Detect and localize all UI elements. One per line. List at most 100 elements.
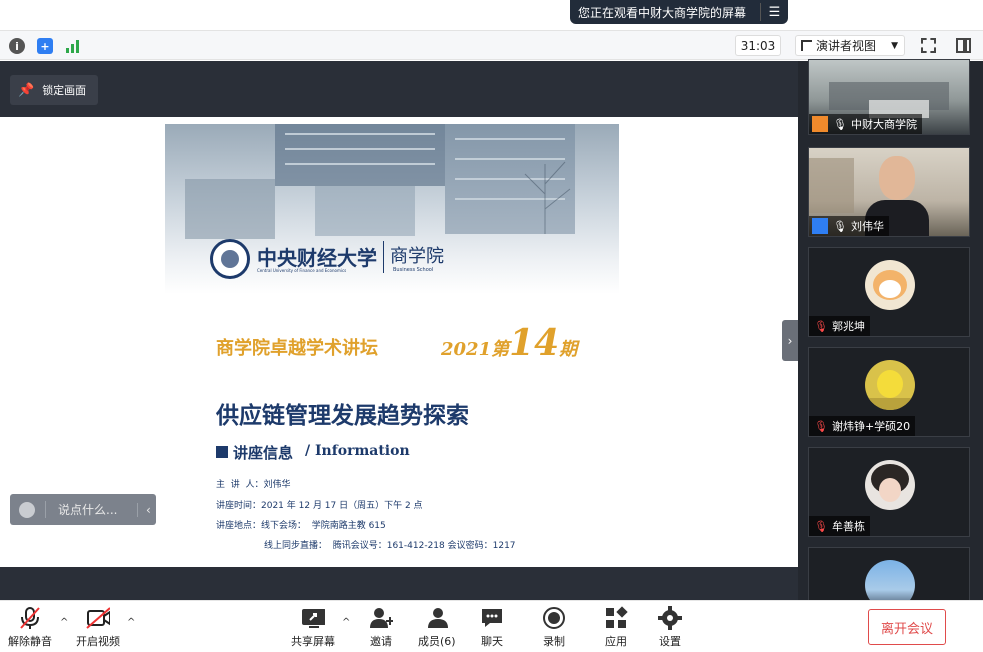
participant-name-tag: 🎙 牟善栋 bbox=[809, 516, 870, 536]
lecture-title: 供应链管理发展趋势探索 bbox=[216, 402, 469, 429]
share-screen-label: 共享屏幕 bbox=[291, 635, 335, 648]
pin-icon: 📌 bbox=[18, 82, 35, 98]
participant-tile[interactable]: 🎙 郭兆坤 bbox=[808, 247, 970, 337]
issue-suffix: 期 bbox=[559, 339, 578, 360]
participant-tile[interactable]: 🎙 牟善栋 bbox=[808, 447, 970, 537]
chat-placeholder: 说点什么... bbox=[45, 501, 137, 518]
issue-number: 14 bbox=[509, 322, 560, 364]
members-icon bbox=[425, 606, 449, 630]
gear-icon bbox=[658, 606, 682, 630]
school-name-en: Business School bbox=[393, 267, 434, 273]
apps-button[interactable]: 应用 bbox=[604, 606, 628, 649]
university-seal bbox=[210, 239, 250, 279]
settings-button[interactable]: 设置 bbox=[658, 606, 682, 649]
mic-muted-icon: 🎙 bbox=[814, 519, 828, 533]
chevron-up-icon[interactable]: ^ bbox=[60, 617, 68, 628]
view-mode-icon bbox=[801, 40, 812, 51]
main-stage: 📌 锁定画面 中央财经大学 Central University of Fina… bbox=[0, 61, 798, 600]
chat-label: 聊天 bbox=[481, 635, 503, 648]
video-off-icon bbox=[86, 606, 110, 630]
record-label: 录制 bbox=[543, 635, 565, 648]
mic-muted-icon bbox=[18, 606, 42, 630]
participant-tile[interactable]: 🎙 中财大商学院 bbox=[808, 59, 970, 135]
university-name: 中央财经大学 bbox=[257, 246, 377, 270]
university-name-en: Central University of Finance and Econom… bbox=[257, 268, 347, 273]
leave-meeting-button[interactable]: 离开会议 bbox=[868, 609, 946, 645]
detail-venue: 讲座地点：线下会场： 学院南路主教 615 bbox=[216, 521, 386, 531]
participant-name-tag: 🎙 谢炜铮+学硕20 bbox=[809, 416, 916, 436]
unmute-button[interactable]: 解除静音 bbox=[8, 606, 52, 649]
fullscreen-icon[interactable] bbox=[921, 38, 936, 53]
share-screen-button[interactable]: 共享屏幕 bbox=[291, 606, 335, 649]
cohost-icon bbox=[812, 218, 828, 234]
section-square-icon bbox=[216, 446, 228, 458]
lock-screen-label: 锁定画面 bbox=[42, 84, 87, 97]
participant-sidebar: 🎙 中财大商学院 🎙 刘伟华 🎙 郭兆坤 🎙 谢炜铮+学硕20 🎙 牟善栋 bbox=[798, 59, 983, 637]
participant-name: 谢炜铮+学硕20 bbox=[831, 420, 911, 433]
avatar bbox=[865, 460, 915, 510]
collapse-sidebar-button[interactable]: › bbox=[782, 320, 798, 361]
school-name: 商学院 bbox=[390, 246, 444, 267]
add-user-icon bbox=[369, 606, 393, 630]
mic-icon: 🎙 bbox=[833, 117, 847, 131]
detail-online: 线上同步直播： 腾讯会议号：161-412-218 会议密码：1217 bbox=[264, 541, 516, 551]
shield-icon[interactable]: + bbox=[37, 38, 53, 54]
chevron-down-icon: ▼ bbox=[891, 40, 898, 51]
members-label: 成员(6) bbox=[418, 635, 456, 648]
participant-tile[interactable]: 🎙 刘伟华 bbox=[808, 147, 970, 237]
info-bar: i + 31:03 演讲者视图 ▼ bbox=[0, 30, 983, 60]
participant-name: 中财大商学院 bbox=[850, 118, 917, 131]
issue-label: 2021第14期 bbox=[441, 322, 577, 364]
top-bar: 您正在观看中财大商学院的屏幕 ☰ bbox=[0, 0, 983, 30]
participant-name: 刘伟华 bbox=[850, 220, 884, 233]
participant-name-tag: 🎙 刘伟华 bbox=[809, 216, 889, 236]
sharing-notice-text: 您正在观看中财大商学院的屏幕 bbox=[578, 5, 747, 20]
section-heading: 讲座信息 bbox=[233, 444, 294, 462]
lock-screen-button[interactable]: 📌 锁定画面 bbox=[10, 75, 98, 105]
chevron-up-icon[interactable]: ^ bbox=[127, 617, 135, 628]
avatar bbox=[865, 360, 915, 410]
detail-speaker: 主 讲 人：刘伟华 bbox=[216, 480, 291, 490]
record-button[interactable]: 录制 bbox=[542, 606, 566, 649]
participant-tile[interactable]: 🎙 谢炜铮+学硕20 bbox=[808, 347, 970, 437]
start-video-label: 开启视频 bbox=[76, 635, 120, 648]
members-button[interactable]: 成员(6) bbox=[418, 606, 456, 649]
sidebar-toggle-icon[interactable] bbox=[956, 38, 971, 53]
start-video-button[interactable]: 开启视频 bbox=[76, 606, 120, 649]
mic-icon: 🎙 bbox=[833, 219, 847, 233]
sharing-notice: 您正在观看中财大商学院的屏幕 ☰ bbox=[570, 0, 788, 24]
participant-name: 牟善栋 bbox=[831, 520, 865, 533]
invite-button[interactable]: 邀请 bbox=[369, 606, 393, 649]
info-icon[interactable]: i bbox=[9, 38, 25, 54]
view-mode-label: 演讲者视图 bbox=[816, 39, 877, 53]
issue-prefix: 2021第 bbox=[441, 339, 510, 360]
section-heading-en: / Information bbox=[305, 443, 410, 459]
chat-icon bbox=[480, 606, 504, 630]
detail-time: 讲座时间：2021 年 12 月 17 日（周五）下午 2 点 bbox=[216, 501, 423, 511]
chevron-up-icon[interactable]: ^ bbox=[342, 617, 350, 628]
unmute-label: 解除静音 bbox=[8, 635, 52, 648]
chat-button[interactable]: 聊天 bbox=[480, 606, 504, 649]
emoji-icon[interactable] bbox=[19, 501, 35, 518]
participant-name-tag: 🎙 郭兆坤 bbox=[809, 316, 870, 336]
presentation-slide: 中央财经大学 Central University of Finance and… bbox=[165, 124, 619, 560]
chat-input[interactable]: 说点什么... ‹ bbox=[10, 494, 156, 525]
logo-divider bbox=[383, 241, 384, 273]
apps-icon bbox=[604, 606, 628, 630]
mic-muted-icon: 🎙 bbox=[814, 419, 828, 433]
forum-title: 商学院卓越学术讲坛 bbox=[216, 338, 378, 359]
bottom-toolbar: 解除静音 ^ 开启视频 ^ 共享屏幕 ^ 邀请 成员(6) 聊天 录制 应用 设… bbox=[0, 600, 983, 652]
record-icon bbox=[542, 606, 566, 630]
settings-label: 设置 bbox=[659, 635, 681, 648]
participant-name-tag: 🎙 中财大商学院 bbox=[809, 114, 922, 134]
host-icon bbox=[812, 116, 828, 132]
participant-name: 郭兆坤 bbox=[831, 320, 865, 333]
signal-icon[interactable] bbox=[66, 39, 82, 53]
chevron-left-icon[interactable]: ‹ bbox=[137, 502, 151, 517]
apps-label: 应用 bbox=[605, 635, 627, 648]
share-screen-icon bbox=[301, 606, 325, 630]
chevron-right-icon: › bbox=[787, 333, 793, 348]
view-mode-dropdown[interactable]: 演讲者视图 ▼ bbox=[795, 35, 905, 56]
invite-label: 邀请 bbox=[370, 635, 392, 648]
menu-icon[interactable]: ☰ bbox=[760, 3, 788, 21]
